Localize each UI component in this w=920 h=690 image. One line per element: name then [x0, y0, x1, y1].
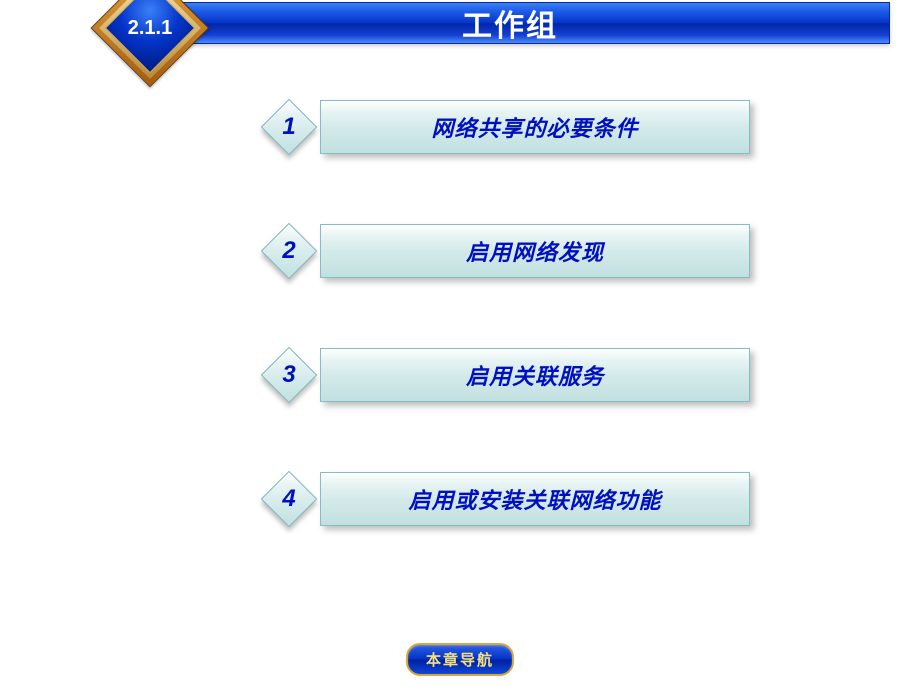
item-number-badge: 1 — [260, 98, 318, 156]
list-item[interactable]: 3 启用关联服务 — [260, 348, 760, 406]
item-bar: 启用关联服务 — [320, 348, 750, 402]
item-number: 2 — [260, 222, 318, 280]
slide-title: 工作组 — [462, 1, 558, 45]
section-number: 2.1.1 — [108, 0, 192, 70]
section-badge: 2.1.1 — [108, 0, 192, 70]
item-bar: 启用网络发现 — [320, 224, 750, 278]
topic-list: 1 网络共享的必要条件 2 启用网络发现 3 启用关联服务 4 启用或安装关联网… — [260, 100, 760, 596]
item-label: 网络共享的必要条件 — [431, 111, 638, 143]
list-item[interactable]: 4 启用或安装关联网络功能 — [260, 472, 760, 530]
item-bar: 网络共享的必要条件 — [320, 100, 750, 154]
item-number-badge: 2 — [260, 222, 318, 280]
item-number-badge: 3 — [260, 346, 318, 404]
item-number-badge: 4 — [260, 470, 318, 528]
item-label: 启用网络发现 — [466, 235, 604, 267]
item-number: 3 — [260, 346, 318, 404]
item-label: 启用或安装关联网络功能 — [408, 483, 661, 515]
item-label: 启用关联服务 — [466, 359, 604, 391]
item-number: 4 — [260, 470, 318, 528]
list-item[interactable]: 1 网络共享的必要条件 — [260, 100, 760, 158]
item-number: 1 — [260, 98, 318, 156]
slide-title-bar: 工作组 — [130, 2, 890, 44]
item-bar: 启用或安装关联网络功能 — [320, 472, 750, 526]
list-item[interactable]: 2 启用网络发现 — [260, 224, 760, 282]
chapter-nav-button[interactable]: 本章导航 — [406, 643, 514, 676]
